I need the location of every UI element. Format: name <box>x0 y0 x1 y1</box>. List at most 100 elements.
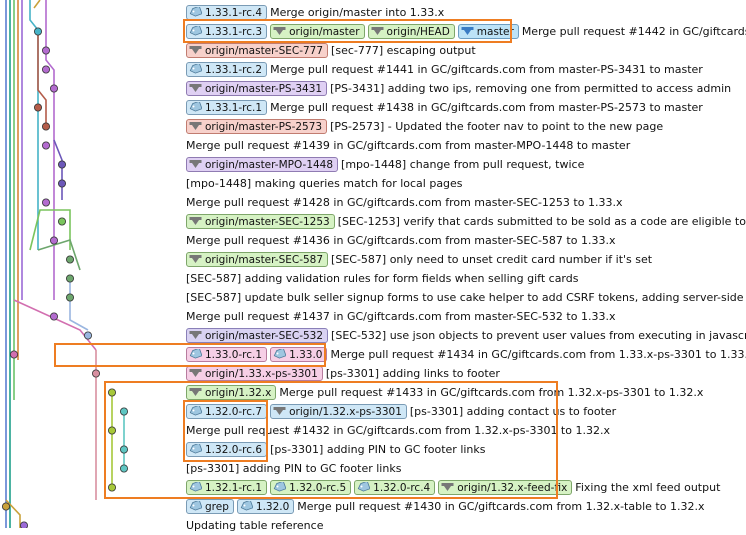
commit-row[interactable]: 1.32.1-rc.1 1.32.0-rc.5 1.32.0-rc.4 origin/… <box>186 478 746 497</box>
commit-node[interactable] <box>58 179 67 188</box>
commit-row[interactable]: 1.33.1-rc.2 Merge pull request #1441 in G… <box>186 60 746 79</box>
remote-branch-badge[interactable]: origin/1.32.x-feed-fix <box>438 480 573 495</box>
commit-row[interactable]: Merge pull request #1432 in GC/giftcards… <box>186 421 746 440</box>
commit-message: Merge pull request #1437 in GC/giftcards… <box>186 310 616 323</box>
commit-message: [SEC-587] update bulk seller signup form… <box>186 291 746 304</box>
commit-row[interactable]: origin/master-PS-3431 [PS-3431] adding tw… <box>186 79 746 98</box>
commit-row[interactable]: [SEC-587] update bulk seller signup form… <box>186 288 746 307</box>
commit-row[interactable]: Merge pull request #1436 in GC/giftcards… <box>186 231 746 250</box>
commit-node[interactable] <box>42 198 51 207</box>
commit-row[interactable]: 1.32.0-rc.6 [ps-3301] adding PIN to GC fo… <box>186 440 746 459</box>
commit-message: Fixing the xml feed output <box>575 481 721 494</box>
remote-branch-badge[interactable]: origin/master-PS-3431 <box>186 81 328 96</box>
remote-branch-badge[interactable]: origin/master-PS-2573 <box>186 119 328 134</box>
commit-row[interactable]: Merge pull request #1428 in GC/giftcards… <box>186 193 746 212</box>
commit-node[interactable] <box>50 84 59 93</box>
tag-icon <box>273 482 287 492</box>
commit-row[interactable]: origin/master-SEC-1253 [SEC-1253] verify … <box>186 212 746 231</box>
commit-node[interactable] <box>84 331 93 340</box>
remote-branch-badge[interactable]: origin/1.32.x <box>186 385 277 400</box>
commit-node[interactable] <box>108 426 117 435</box>
commit-message: [mpo-1448] change from pull request, twi… <box>341 158 585 171</box>
commit-node[interactable] <box>58 217 67 226</box>
commit-message: Merge origin/master into 1.33.x <box>270 6 445 19</box>
tag-badge[interactable]: grep <box>186 499 234 514</box>
commit-node[interactable] <box>42 46 51 55</box>
tag-badge[interactable]: 1.33.1-rc.1 <box>186 100 268 115</box>
commit-node[interactable] <box>66 274 75 283</box>
commit-message: Merge pull request #1442 in GC/giftcards… <box>521 25 746 38</box>
commit-row[interactable]: origin/master-SEC-777 [sec-777] escaping … <box>186 41 746 60</box>
remote-branch-badge[interactable]: origin/master-SEC-777 <box>186 43 329 58</box>
local-branch-badge[interactable]: master <box>457 24 519 39</box>
commit-node[interactable] <box>120 464 129 473</box>
commit-node[interactable] <box>50 312 59 321</box>
tag-badge[interactable]: 1.33.0-rc.1 <box>186 347 268 362</box>
commit-row[interactable]: origin/master-PS-2573 [PS-2573] - Updated… <box>186 117 746 136</box>
commit-row[interactable]: 1.33.1-rc.4 Merge origin/master into 1.33… <box>186 3 746 22</box>
commit-row[interactable]: [SEC-587] adding validation rules for fo… <box>186 269 746 288</box>
remote-branch-icon <box>273 27 286 35</box>
commit-node[interactable] <box>66 293 75 302</box>
commit-row[interactable]: Merge pull request #1439 in GC/giftcards… <box>186 136 746 155</box>
commit-row[interactable]: grep 1.32.0 Merge pull request #1430 in GC… <box>186 497 746 516</box>
remote-branch-badge[interactable]: origin/master <box>270 24 365 39</box>
commit-node[interactable] <box>108 483 117 492</box>
ref-label: origin/1.33.x-ps-3301 <box>205 367 318 380</box>
tag-badge[interactable]: 1.32.1-rc.1 <box>186 480 268 495</box>
commit-row[interactable]: 1.33.1-rc.1 Merge pull request #1438 in G… <box>186 98 746 117</box>
tag-icon <box>189 7 202 17</box>
commit-node[interactable] <box>2 502 10 511</box>
commit-node[interactable] <box>20 521 28 528</box>
commit-row[interactable]: 1.33.1-rc.3 origin/master origin/HEAD maste… <box>186 22 746 41</box>
commit-node[interactable] <box>34 103 43 112</box>
commit-row[interactable]: origin/1.32.x Merge pull request #1433 in… <box>186 383 746 402</box>
tag-badge[interactable]: 1.32.0 <box>236 499 295 514</box>
remote-branch-badge[interactable]: origin/1.32.x-ps-3301 <box>270 404 407 419</box>
commit-node[interactable] <box>108 388 117 397</box>
commit-node[interactable] <box>42 122 51 131</box>
commit-row[interactable]: Updating table reference <box>186 516 746 535</box>
tag-badge[interactable]: 1.33.1-rc.3 <box>186 24 268 39</box>
commit-node[interactable] <box>9 350 18 359</box>
remote-branch-badge[interactable]: origin/HEAD <box>367 24 455 39</box>
remote-branch-badge[interactable]: origin/master-MPO-1448 <box>186 157 339 172</box>
remote-branch-badge[interactable]: origin/master-SEC-532 <box>186 328 329 343</box>
commit-node[interactable] <box>42 141 51 150</box>
commit-node[interactable] <box>34 27 43 36</box>
remote-branch-badge[interactable]: origin/master-SEC-1253 <box>186 214 335 229</box>
commit-row[interactable]: [ps-3301] adding PIN to GC footer links <box>186 459 746 478</box>
commit-node[interactable] <box>92 369 101 378</box>
commit-node[interactable] <box>58 160 67 169</box>
commit-node[interactable] <box>42 65 51 74</box>
commit-row[interactable]: origin/1.33.x-ps-3301 [ps-3301] adding li… <box>186 364 746 383</box>
tag-badge[interactable]: 1.32.0-rc.5 <box>270 480 352 495</box>
remote-branch-badge[interactable]: origin/1.33.x-ps-3301 <box>186 366 323 381</box>
ref-label: origin/master-SEC-587 <box>205 253 324 266</box>
ref-label: origin/master <box>289 25 360 38</box>
commit-message: [PS-2573] - Updated the footer nav to po… <box>330 120 664 133</box>
commit-message: Merge pull request #1441 in GC/giftcards… <box>270 63 703 76</box>
tag-badge[interactable]: 1.32.0-rc.6 <box>186 442 268 457</box>
commit-node[interactable] <box>66 255 75 264</box>
commit-message: [mpo-1448] making queries match for loca… <box>186 177 463 190</box>
remote-branch-badge[interactable]: origin/master-SEC-587 <box>186 252 329 267</box>
remote-branch-icon <box>441 483 454 491</box>
commit-row[interactable]: 1.33.0-rc.1 1.33.0 Merge pull request #143… <box>186 345 746 364</box>
tag-badge[interactable]: 1.32.0-rc.4 <box>354 480 436 495</box>
commit-message: [SEC-532] use json objects to prevent us… <box>331 329 746 342</box>
commit-row[interactable]: Merge pull request #1437 in GC/giftcards… <box>186 307 746 326</box>
commit-node[interactable] <box>50 236 59 245</box>
ref-label: origin/master-PS-2573 <box>205 120 323 133</box>
tag-badge[interactable]: 1.33.1-rc.2 <box>186 62 268 77</box>
tag-badge[interactable]: 1.33.0 <box>270 347 328 362</box>
commit-node[interactable] <box>120 407 129 416</box>
tag-badge[interactable]: 1.33.1-rc.4 <box>186 5 268 20</box>
commit-row[interactable]: [mpo-1448] making queries match for loca… <box>186 174 746 193</box>
commit-row[interactable]: origin/master-MPO-1448 [mpo-1448] change … <box>186 155 746 174</box>
commit-row[interactable]: 1.32.0-rc.7 origin/1.32.x-ps-3301 [ps-3301… <box>186 402 746 421</box>
tag-badge[interactable]: 1.32.0-rc.7 <box>186 404 268 419</box>
commit-row[interactable]: origin/master-SEC-587 [SEC-587] only need… <box>186 250 746 269</box>
commit-node[interactable] <box>120 445 129 454</box>
commit-row[interactable]: origin/master-SEC-532 [SEC-532] use json … <box>186 326 746 345</box>
